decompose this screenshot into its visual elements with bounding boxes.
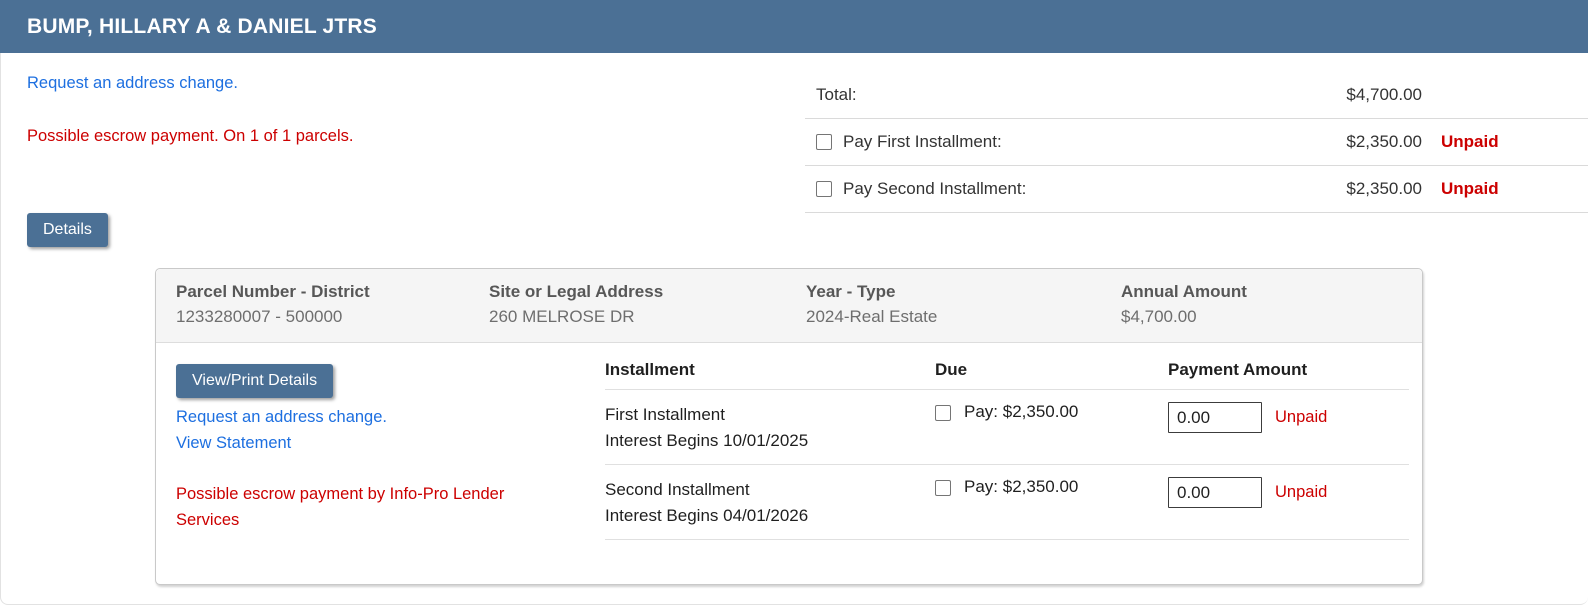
annual-amount-value: $4,700.00 xyxy=(1121,307,1197,326)
pay-first-installment-label: Pay First Installment: xyxy=(843,132,1002,151)
parcel-escrow-notice: Possible escrow payment by Info-Pro Lend… xyxy=(176,485,505,529)
parcel-number-column: Parcel Number - District 1233280007 - 50… xyxy=(176,282,489,342)
first-installment-pay-checkbox[interactable] xyxy=(935,405,951,421)
pay-second-installment-label: Pay Second Installment: xyxy=(843,179,1027,198)
taxpayer-header-bar: BUMP, HILLARY A & DANIEL JTRS xyxy=(0,0,1588,53)
summary-total-row: Total: $4,700.00 xyxy=(805,72,1588,119)
payment-summary-table: Total: $4,700.00 Pay First Installment: … xyxy=(805,72,1588,213)
parcel-request-address-change-link[interactable]: Request an address change. xyxy=(176,404,387,430)
parcel-details-body: View/Print Details Request an address ch… xyxy=(156,343,1422,585)
first-installment-unpaid-status: Unpaid xyxy=(1275,408,1328,426)
taxpayer-name-title: BUMP, HILLARY A & DANIEL JTRS xyxy=(27,14,378,38)
year-type-label: Year - Type xyxy=(806,282,896,301)
installment-table: Installment Due Payment Amount First Ins… xyxy=(605,343,1409,540)
first-installment-table-row: First Installment Interest Begins 10/01/… xyxy=(605,390,1409,465)
installment-table-header: Installment Due Payment Amount xyxy=(605,343,1409,390)
first-installment-name: First Installment xyxy=(605,405,725,424)
payment-amount-column-header: Payment Amount xyxy=(1168,360,1308,379)
summary-second-installment-row: Pay Second Installment: $2,350.00 Unpaid xyxy=(805,166,1588,213)
parcel-details-panel: Parcel Number - District 1233280007 - 50… xyxy=(155,268,1423,585)
first-installment-cell: First Installment Interest Begins 10/01/… xyxy=(605,402,935,464)
second-installment-label-wrap: Pay Second Installment: xyxy=(816,179,1302,199)
first-installment-pay-label: Pay: $2,350.00 xyxy=(964,402,1079,421)
year-type-column: Year - Type 2024-Real Estate xyxy=(806,282,1121,342)
annual-amount-label: Annual Amount xyxy=(1121,282,1247,301)
details-button[interactable]: Details xyxy=(27,213,108,247)
second-installment-payment-cell: Unpaid xyxy=(1168,477,1409,539)
escrow-payment-notice: Possible escrow payment. On 1 of 1 parce… xyxy=(27,127,354,145)
second-installment-name: Second Installment xyxy=(605,480,750,499)
first-installment-status-badge: Unpaid xyxy=(1441,132,1499,151)
parcel-number-value: 1233280007 - 500000 xyxy=(176,307,343,326)
site-address-label: Site or Legal Address xyxy=(489,282,664,301)
total-label: Total: xyxy=(816,85,857,104)
page: BUMP, HILLARY A & DANIEL JTRS Request an… xyxy=(0,0,1588,613)
parcel-links: Request an address change. View Statemen… xyxy=(176,404,387,456)
annual-amount-column: Annual Amount $4,700.00 xyxy=(1121,282,1422,342)
installment-column-header: Installment xyxy=(605,360,695,379)
second-installment-status-badge: Unpaid xyxy=(1441,179,1499,198)
view-print-details-button[interactable]: View/Print Details xyxy=(176,364,334,398)
first-installment-amount: $2,350.00 xyxy=(1346,132,1422,151)
second-installment-unpaid-status: Unpaid xyxy=(1275,483,1328,501)
due-column-header: Due xyxy=(935,360,968,379)
second-installment-amount-input[interactable] xyxy=(1168,477,1262,508)
second-installment-pay-checkbox[interactable] xyxy=(935,480,951,496)
second-installment-due-cell: Pay: $2,350.00 xyxy=(935,477,1168,539)
parcel-number-label: Parcel Number - District xyxy=(176,282,370,301)
second-installment-cell: Second Installment Interest Begins 04/01… xyxy=(605,477,935,539)
pay-second-installment-checkbox[interactable] xyxy=(816,181,832,197)
first-installment-label-wrap: Pay First Installment: xyxy=(816,132,1302,152)
pay-first-installment-checkbox[interactable] xyxy=(816,134,832,150)
site-address-value: 260 MELROSE DR xyxy=(489,307,635,326)
second-installment-pay-label: Pay: $2,350.00 xyxy=(964,477,1079,496)
summary-first-installment-row: Pay First Installment: $2,350.00 Unpaid xyxy=(805,119,1588,166)
first-installment-payment-cell: Unpaid xyxy=(1168,402,1409,464)
first-installment-amount-input[interactable] xyxy=(1168,402,1262,433)
request-address-change-link[interactable]: Request an address change. xyxy=(27,74,238,93)
view-statement-link[interactable]: View Statement xyxy=(176,430,387,456)
first-installment-interest: Interest Begins 10/01/2025 xyxy=(605,431,809,450)
second-installment-interest: Interest Begins 04/01/2026 xyxy=(605,506,809,525)
site-address-column: Site or Legal Address 260 MELROSE DR xyxy=(489,282,806,342)
second-installment-amount: $2,350.00 xyxy=(1346,179,1422,198)
first-installment-due-cell: Pay: $2,350.00 xyxy=(935,402,1168,464)
parcel-summary-header: Parcel Number - District 1233280007 - 50… xyxy=(156,269,1422,343)
year-type-value: 2024-Real Estate xyxy=(806,307,938,326)
second-installment-table-row: Second Installment Interest Begins 04/01… xyxy=(605,465,1409,540)
total-amount: $4,700.00 xyxy=(1346,85,1422,104)
